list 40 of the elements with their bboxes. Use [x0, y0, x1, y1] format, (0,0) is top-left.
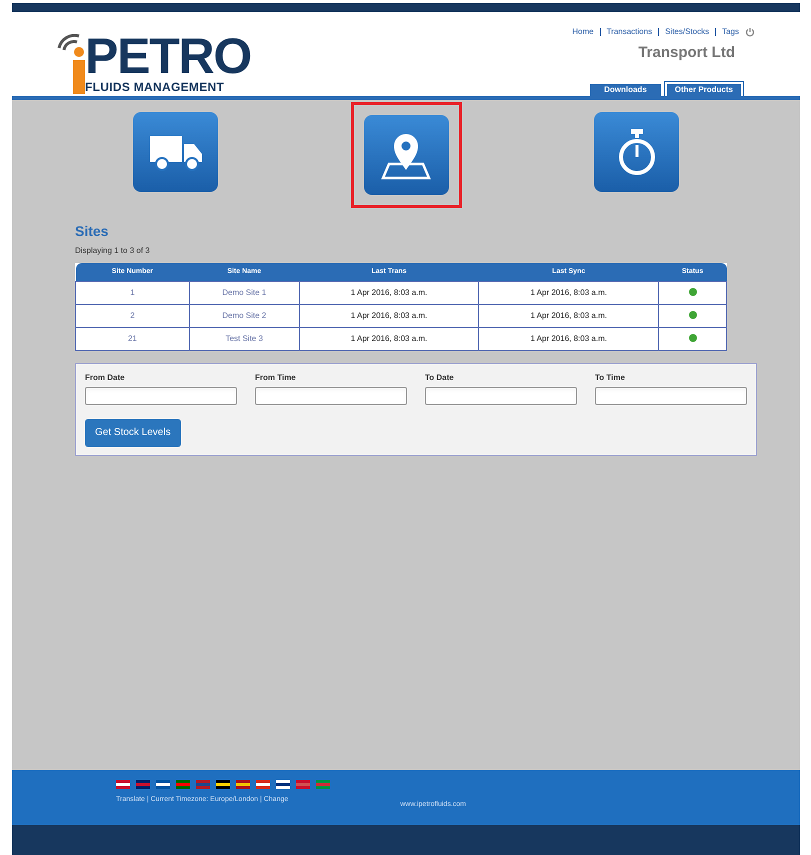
- input-field[interactable]: [85, 386, 237, 404]
- table-cell: 2: [76, 304, 190, 327]
- power-icon[interactable]: [745, 27, 755, 37]
- flag-icon[interactable]: [116, 780, 130, 789]
- site-link[interactable]: Demo Site 1: [189, 281, 300, 304]
- input-field[interactable]: [425, 386, 577, 404]
- table-cell: 1: [76, 281, 190, 304]
- logo-text: PETRO: [85, 34, 251, 78]
- table-cell: 1 Apr 2016, 8:03 a.m.: [299, 281, 479, 304]
- truck-tile[interactable]: [133, 112, 218, 192]
- site-link[interactable]: Demo Site 2: [189, 304, 300, 327]
- table-cell: 1 Apr 2016, 8:03 a.m.: [299, 327, 479, 350]
- field-label: From Date: [85, 372, 126, 384]
- flag-icon[interactable]: [156, 780, 170, 789]
- logo-subtitle: FLUIDS MANAGEMENT: [85, 79, 226, 96]
- map-tile[interactable]: [364, 115, 448, 195]
- nav-link[interactable]: Sites/Stocks: [665, 26, 710, 38]
- field-label: To Time: [595, 372, 626, 384]
- field-label: To Date: [425, 372, 455, 384]
- tab[interactable]: Downloads: [590, 84, 661, 96]
- site-link[interactable]: Test Site 3: [189, 327, 300, 350]
- input-field[interactable]: [595, 386, 747, 404]
- company-name: Transport Ltd: [638, 43, 735, 63]
- table-cell: 1 Apr 2016, 8:03 a.m.: [478, 281, 659, 304]
- flag-icon[interactable]: [216, 780, 230, 789]
- nav-link[interactable]: Home: [572, 26, 594, 38]
- flag-icon[interactable]: [276, 780, 290, 789]
- table-cell: 1 Apr 2016, 8:03 a.m.: [478, 327, 659, 350]
- results-summary: Displaying 1 to 3 of 3: [75, 245, 151, 257]
- nav-link[interactable]: Transactions: [606, 26, 652, 38]
- section-title: Sites: [75, 222, 110, 241]
- table-cell: 1 Apr 2016, 8:03 a.m.: [299, 304, 479, 327]
- table-cell: 21: [76, 327, 190, 350]
- field-label: From Time: [255, 372, 297, 384]
- tab[interactable]: Other Products: [664, 82, 743, 96]
- input-field[interactable]: [255, 386, 407, 404]
- stopwatch-tile[interactable]: [594, 112, 679, 192]
- get-stock-levels-button[interactable]: Get Stock Levels: [85, 418, 181, 446]
- table-cell: 1 Apr 2016, 8:03 a.m.: [478, 304, 659, 327]
- nav-link[interactable]: Tags: [722, 26, 739, 38]
